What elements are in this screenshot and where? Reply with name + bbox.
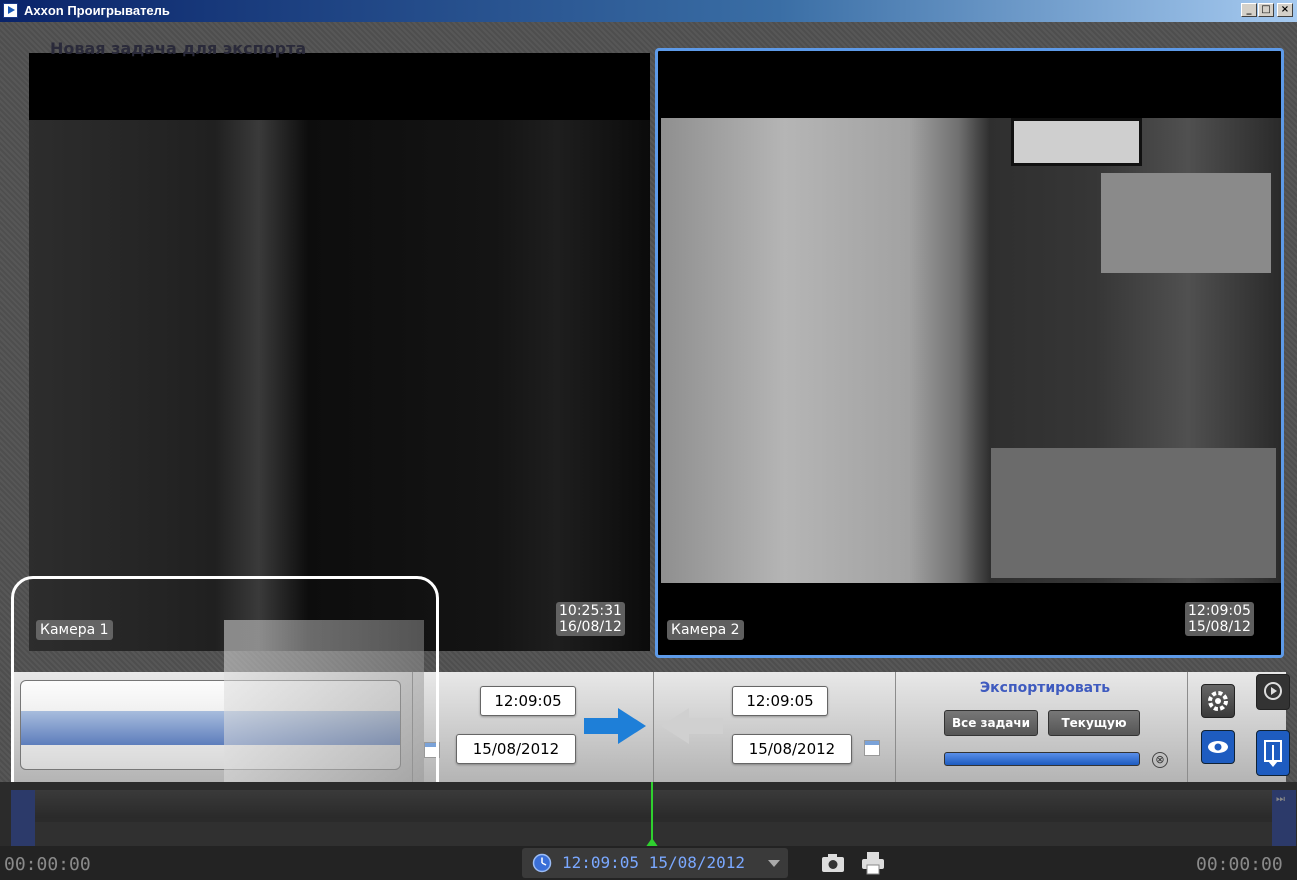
set-start-arrow-icon[interactable] (584, 708, 646, 744)
current-date: 15/08/2012 (648, 853, 746, 872)
export-task-label: Новая задача для экспорта (50, 39, 307, 58)
timeline-track[interactable] (11, 790, 1286, 818)
panel-divider (895, 672, 896, 782)
settings-gear-icon[interactable] (1201, 684, 1235, 718)
end-date-field[interactable]: 15/08/2012 (732, 734, 852, 764)
play-circle-icon (1264, 682, 1282, 700)
calendar-icon[interactable] (864, 740, 880, 756)
desk-region (991, 448, 1276, 578)
timeline-start-time: 00:00:00 (4, 854, 91, 875)
camera-2-date: 15/08/12 (1188, 619, 1251, 635)
camera-1-date: 16/08/12 (559, 619, 622, 635)
export-title: Экспортировать (979, 680, 1111, 696)
timeline-left-edge (11, 790, 35, 848)
view-mode-button[interactable] (1201, 730, 1235, 764)
all-tasks-button[interactable]: Все задачи (944, 710, 1038, 736)
camera-1-video (29, 120, 650, 651)
close-button[interactable]: × (1277, 3, 1293, 17)
camera-2-time: 12:09:05 (1188, 603, 1251, 619)
maximize-button[interactable]: □ (1258, 3, 1274, 17)
camera-2-label: Камера 2 (667, 620, 744, 640)
cancel-export-button[interactable]: ⊗ (1152, 752, 1168, 768)
eye-icon (1208, 741, 1228, 753)
camera-snapshot-icon[interactable] (820, 851, 846, 875)
print-icon[interactable] (860, 850, 886, 876)
title-bar: Axxon Проигрыватель _ □ × (0, 0, 1297, 22)
film-export-icon (1264, 740, 1282, 767)
current-time-selector[interactable]: 12:09:05 15/08/2012 (522, 848, 788, 878)
camera-2-viewer[interactable] (655, 48, 1284, 658)
camera-1-timestamp: 10:25:31 16/08/12 (556, 602, 625, 636)
whiteboard-region (1101, 173, 1271, 273)
camera-2-video (661, 118, 1281, 583)
current-task-button[interactable]: Текущую (1048, 710, 1140, 736)
timeline-cursor[interactable] (651, 782, 653, 846)
window-title: Axxon Проигрыватель (24, 3, 170, 18)
camera-2-timestamp: 12:09:05 15/08/12 (1185, 602, 1254, 636)
timeline-end-time: 00:00:00 (1196, 854, 1283, 875)
clock-icon (532, 853, 552, 873)
app-icon (3, 3, 18, 18)
camera-1-time: 10:25:31 (559, 603, 622, 619)
chevron-down-icon (768, 860, 780, 867)
gear-icon (1208, 691, 1228, 711)
play-mode-button[interactable] (1256, 674, 1290, 710)
highlight-frame (11, 576, 439, 810)
skip-to-end-icon[interactable]: ⏭ (1276, 794, 1285, 805)
export-progress-bar (944, 752, 1140, 766)
panel-divider (1187, 672, 1188, 782)
monitor-region (1011, 118, 1142, 166)
camera-1-viewer[interactable] (29, 53, 650, 651)
minimize-button[interactable]: _ (1241, 3, 1257, 17)
start-time-field[interactable]: 12:09:05 (480, 686, 576, 716)
export-mode-button[interactable] (1256, 730, 1290, 776)
start-date-field[interactable]: 15/08/2012 (456, 734, 576, 764)
current-time: 12:09:05 (562, 853, 640, 872)
set-end-arrow-icon[interactable] (661, 708, 723, 744)
panel-divider (653, 672, 654, 782)
end-time-field[interactable]: 12:09:05 (732, 686, 828, 716)
current-time-text: 12:09:05 15/08/2012 (562, 853, 745, 872)
